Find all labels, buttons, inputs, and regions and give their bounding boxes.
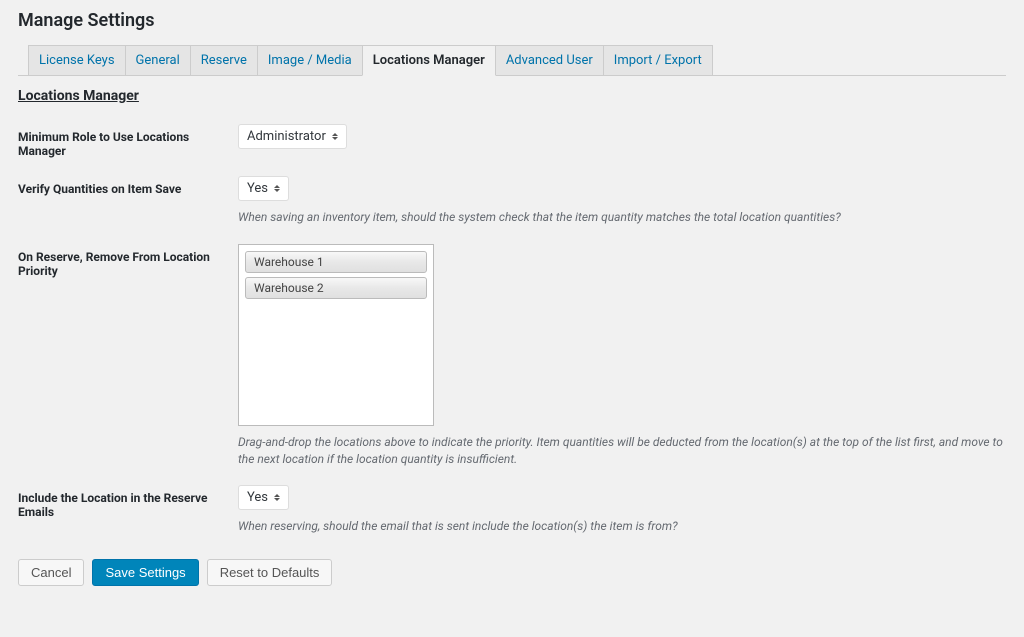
select-caret-icon	[332, 133, 338, 140]
tabs-container: License Keys General Reserve Image / Med…	[18, 45, 1006, 76]
verify-quantities-select[interactable]: Yes	[238, 176, 289, 201]
tab-locations-manager[interactable]: Locations Manager	[362, 45, 496, 76]
include-location-emails-value: Yes	[247, 490, 268, 505]
include-location-emails-label: Include the Location in the Reserve Emai…	[18, 485, 238, 519]
min-role-label: Minimum Role to Use Locations Manager	[18, 124, 238, 158]
tab-import-export[interactable]: Import / Export	[603, 45, 713, 75]
verify-quantities-help: When saving an inventory item, should th…	[238, 209, 1006, 226]
min-role-value: Administrator	[247, 129, 326, 144]
location-priority-help: Drag-and-drop the locations above to ind…	[238, 434, 1006, 468]
min-role-select[interactable]: Administrator	[238, 124, 347, 149]
section-heading: Locations Manager	[18, 88, 1006, 104]
button-row: Cancel Save Settings Reset to Defaults	[18, 559, 1006, 586]
cancel-button[interactable]: Cancel	[18, 559, 84, 586]
tab-license-keys[interactable]: License Keys	[28, 45, 126, 75]
location-priority-list[interactable]: Warehouse 1 Warehouse 2	[238, 244, 434, 426]
verify-quantities-label: Verify Quantities on Item Save	[18, 176, 238, 196]
sortable-item[interactable]: Warehouse 1	[245, 251, 427, 273]
tab-general[interactable]: General	[125, 45, 191, 75]
sortable-item[interactable]: Warehouse 2	[245, 277, 427, 299]
tab-image-media[interactable]: Image / Media	[257, 45, 363, 75]
select-caret-icon	[274, 185, 280, 192]
include-location-emails-help: When reserving, should the email that is…	[238, 518, 1006, 535]
select-caret-icon	[274, 494, 280, 501]
tab-reserve[interactable]: Reserve	[190, 45, 258, 75]
verify-quantities-value: Yes	[247, 181, 268, 196]
page-title: Manage Settings	[18, 10, 1006, 31]
tab-advanced-user[interactable]: Advanced User	[495, 45, 604, 75]
save-button[interactable]: Save Settings	[92, 559, 198, 586]
location-priority-label: On Reserve, Remove From Location Priorit…	[18, 244, 238, 278]
include-location-emails-select[interactable]: Yes	[238, 485, 289, 510]
reset-button[interactable]: Reset to Defaults	[207, 559, 333, 586]
